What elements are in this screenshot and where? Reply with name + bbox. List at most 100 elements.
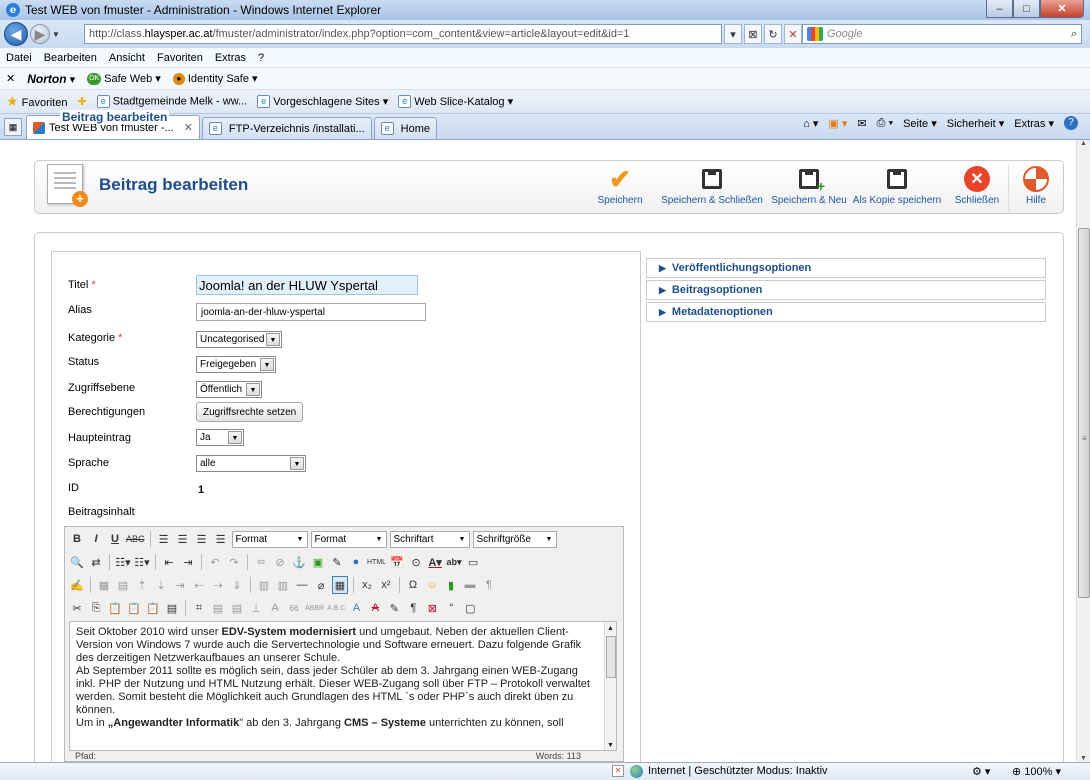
home-icon[interactable]: ⌂ ▾ bbox=[803, 117, 818, 130]
blockquote-icon[interactable]: “ bbox=[443, 599, 459, 617]
style-props-icon[interactable]: A bbox=[267, 599, 283, 617]
media-icon[interactable]: ▮ bbox=[443, 576, 459, 594]
norton-menu[interactable]: Norton ▾ bbox=[27, 72, 75, 86]
remove-format-icon[interactable]: ⌀ bbox=[313, 576, 329, 594]
help-button[interactable]: Hilfe bbox=[1011, 163, 1061, 206]
menu-datei[interactable]: Datei bbox=[6, 52, 32, 64]
insert-time-icon[interactable]: ⊙ bbox=[408, 553, 424, 571]
insert-icon[interactable]: A bbox=[348, 599, 364, 617]
paste-word-icon[interactable]: 📋 bbox=[145, 599, 161, 617]
safe-web-menu[interactable]: OK Safe Web ▾ bbox=[87, 72, 161, 86]
fullscreen-icon[interactable]: ▭ bbox=[465, 553, 481, 571]
direction-ltr-icon[interactable]: ▬ bbox=[462, 576, 478, 594]
delete-row-icon[interactable]: ⇥ bbox=[172, 576, 188, 594]
anchor-icon[interactable]: ⚓ bbox=[291, 553, 307, 571]
unlink-icon[interactable]: ⊘ bbox=[272, 553, 288, 571]
font-select[interactable]: Schriftart ▼ bbox=[389, 530, 470, 548]
absolute-icon[interactable]: ⊥ bbox=[248, 599, 264, 617]
acronym-icon[interactable]: A.B.C bbox=[327, 599, 345, 617]
forward-button[interactable]: ▶ bbox=[30, 24, 50, 44]
access-select[interactable]: Öffentlich ▼ bbox=[196, 381, 262, 398]
split-cells-icon[interactable]: ▥ bbox=[256, 576, 272, 594]
address-bar[interactable]: http://class. hlaysper.ac.at/fmuster/admi… bbox=[84, 24, 722, 44]
numbered-list-icon[interactable]: ☷▾ bbox=[134, 553, 150, 571]
accordion-metadata-options[interactable]: ▶ Metadatenoptionen bbox=[646, 302, 1046, 322]
replace-icon[interactable]: ⇄ bbox=[88, 553, 104, 571]
abbr-icon[interactable]: ABBR bbox=[305, 599, 324, 617]
scroll-up-icon[interactable]: ▲ bbox=[605, 622, 616, 635]
format-select-2[interactable]: Format ▼ bbox=[310, 530, 387, 548]
col-before-icon[interactable]: ⇠ bbox=[191, 576, 207, 594]
tab-home[interactable]: e Home bbox=[373, 117, 437, 139]
italic-button[interactable]: I bbox=[88, 530, 104, 548]
align-right-icon[interactable]: ☰ bbox=[194, 530, 210, 548]
merge-cells-icon[interactable]: ▥ bbox=[275, 576, 291, 594]
delete-col-icon[interactable]: ⇓ bbox=[229, 576, 245, 594]
close-tab-icon[interactable]: ✕ bbox=[184, 121, 193, 134]
editor-content-area[interactable]: Seit Oktober 2010 wird unser EDV-System … bbox=[69, 621, 617, 751]
identity-safe-menu[interactable]: ● Identity Safe ▾ bbox=[172, 72, 258, 86]
paste-icon[interactable]: 📋 bbox=[107, 599, 123, 617]
close-window-button[interactable]: ✕ bbox=[1040, 0, 1084, 18]
favorite-link-suggested[interactable]: e Vorgeschlagene Sites ▾ bbox=[257, 95, 388, 109]
subscript-icon[interactable]: x₂ bbox=[359, 576, 375, 594]
save-button[interactable]: ✔ Speichern bbox=[575, 163, 665, 207]
select-all-icon[interactable]: ▤ bbox=[164, 599, 180, 617]
maximize-button[interactable]: □ bbox=[1013, 0, 1040, 18]
align-center-icon[interactable]: ☰ bbox=[175, 530, 191, 548]
editor-scrollbar[interactable]: ▲ ▼ bbox=[604, 622, 616, 750]
html-icon[interactable]: HTML bbox=[367, 553, 386, 571]
title-input[interactable]: Joomla! an der HLUW Yspertal bbox=[196, 275, 418, 295]
norton-close-icon[interactable]: ✕ bbox=[6, 72, 15, 85]
forward-layer-icon[interactable]: ▤ bbox=[210, 599, 226, 617]
underline-button[interactable]: U bbox=[107, 530, 123, 548]
cleanup-icon[interactable]: ✎ bbox=[329, 553, 345, 571]
cite-icon[interactable]: 66 bbox=[286, 599, 302, 617]
row-props-icon[interactable]: ▤ bbox=[115, 576, 131, 594]
col-after-icon[interactable]: ⇢ bbox=[210, 576, 226, 594]
save-new-button[interactable]: Speichern & Neu bbox=[761, 163, 857, 206]
save-copy-button[interactable]: Als Kopie speichern bbox=[847, 163, 947, 206]
show-blocks-icon[interactable]: ¶ bbox=[405, 599, 421, 617]
non-breaking-icon[interactable]: ⊠ bbox=[424, 599, 440, 617]
permissions-button[interactable]: Zugriffsrechte setzen bbox=[196, 402, 304, 422]
menu-favoriten[interactable]: Favoriten bbox=[157, 52, 203, 64]
tab-ftp[interactable]: e FTP-Verzeichnis /installati... bbox=[201, 117, 372, 139]
save-close-button[interactable]: Speichern & Schließen bbox=[657, 163, 767, 206]
strikethrough-button[interactable]: ABC bbox=[126, 530, 145, 548]
copy-icon[interactable]: ⎘ bbox=[88, 599, 104, 617]
row-after-icon[interactable]: ⇣ bbox=[153, 576, 169, 594]
row-before-icon[interactable]: ⇡ bbox=[134, 576, 150, 594]
special-char-icon[interactable]: Ω bbox=[405, 576, 421, 594]
alias-input[interactable]: joomla-an-der-hluw-yspertal bbox=[196, 303, 426, 321]
refresh-icon[interactable]: ↻ bbox=[764, 24, 782, 44]
editor-scroll-thumb[interactable] bbox=[606, 636, 616, 678]
status-select[interactable]: Freigegeben ▼ bbox=[196, 356, 276, 373]
visual-aid-icon[interactable]: ▦ bbox=[332, 576, 348, 594]
favorite-link-melk[interactable]: e Stadtgemeinde Melk - ww... bbox=[96, 95, 247, 108]
compat-view-icon[interactable]: ⊠ bbox=[744, 24, 762, 44]
history-dropdown-icon[interactable]: ▼ bbox=[50, 30, 62, 39]
superscript-icon[interactable]: x² bbox=[378, 576, 394, 594]
address-dropdown-icon[interactable]: ▾ bbox=[724, 24, 742, 44]
bullet-list-icon[interactable]: ☷▾ bbox=[115, 553, 131, 571]
menu-extras[interactable]: Extras bbox=[215, 52, 246, 64]
security-zone[interactable]: Internet | Geschützter Modus: Inaktiv bbox=[648, 765, 828, 777]
scroll-down-icon[interactable]: ▼ bbox=[605, 739, 616, 750]
command-extras[interactable]: Extras ▾ bbox=[1014, 117, 1054, 130]
menu-ansicht[interactable]: Ansicht bbox=[109, 52, 145, 64]
help-icon[interactable]: ? bbox=[1064, 116, 1078, 130]
mail-icon[interactable]: ✉ bbox=[857, 117, 866, 130]
menu-bearbeiten[interactable]: Bearbeiten bbox=[44, 52, 97, 64]
layer-icon[interactable]: ⌗ bbox=[191, 599, 207, 617]
add-favorite-icon[interactable]: ✚ bbox=[77, 95, 86, 108]
format-select[interactable]: Format ▼ bbox=[231, 530, 308, 548]
close-button[interactable]: ✕ Schließen bbox=[947, 163, 1007, 206]
bold-button[interactable]: B bbox=[69, 530, 85, 548]
scroll-down-icon[interactable]: ▼ bbox=[1077, 755, 1090, 762]
find-icon[interactable]: 🔍 bbox=[69, 553, 85, 571]
featured-select[interactable]: Ja ▼ bbox=[196, 429, 244, 446]
search-input[interactable]: Google ⌕ bbox=[802, 24, 1082, 44]
delete-text-icon[interactable]: A bbox=[367, 599, 383, 617]
favorite-link-webslice[interactable]: e Web Slice-Katalog ▾ bbox=[398, 95, 513, 109]
